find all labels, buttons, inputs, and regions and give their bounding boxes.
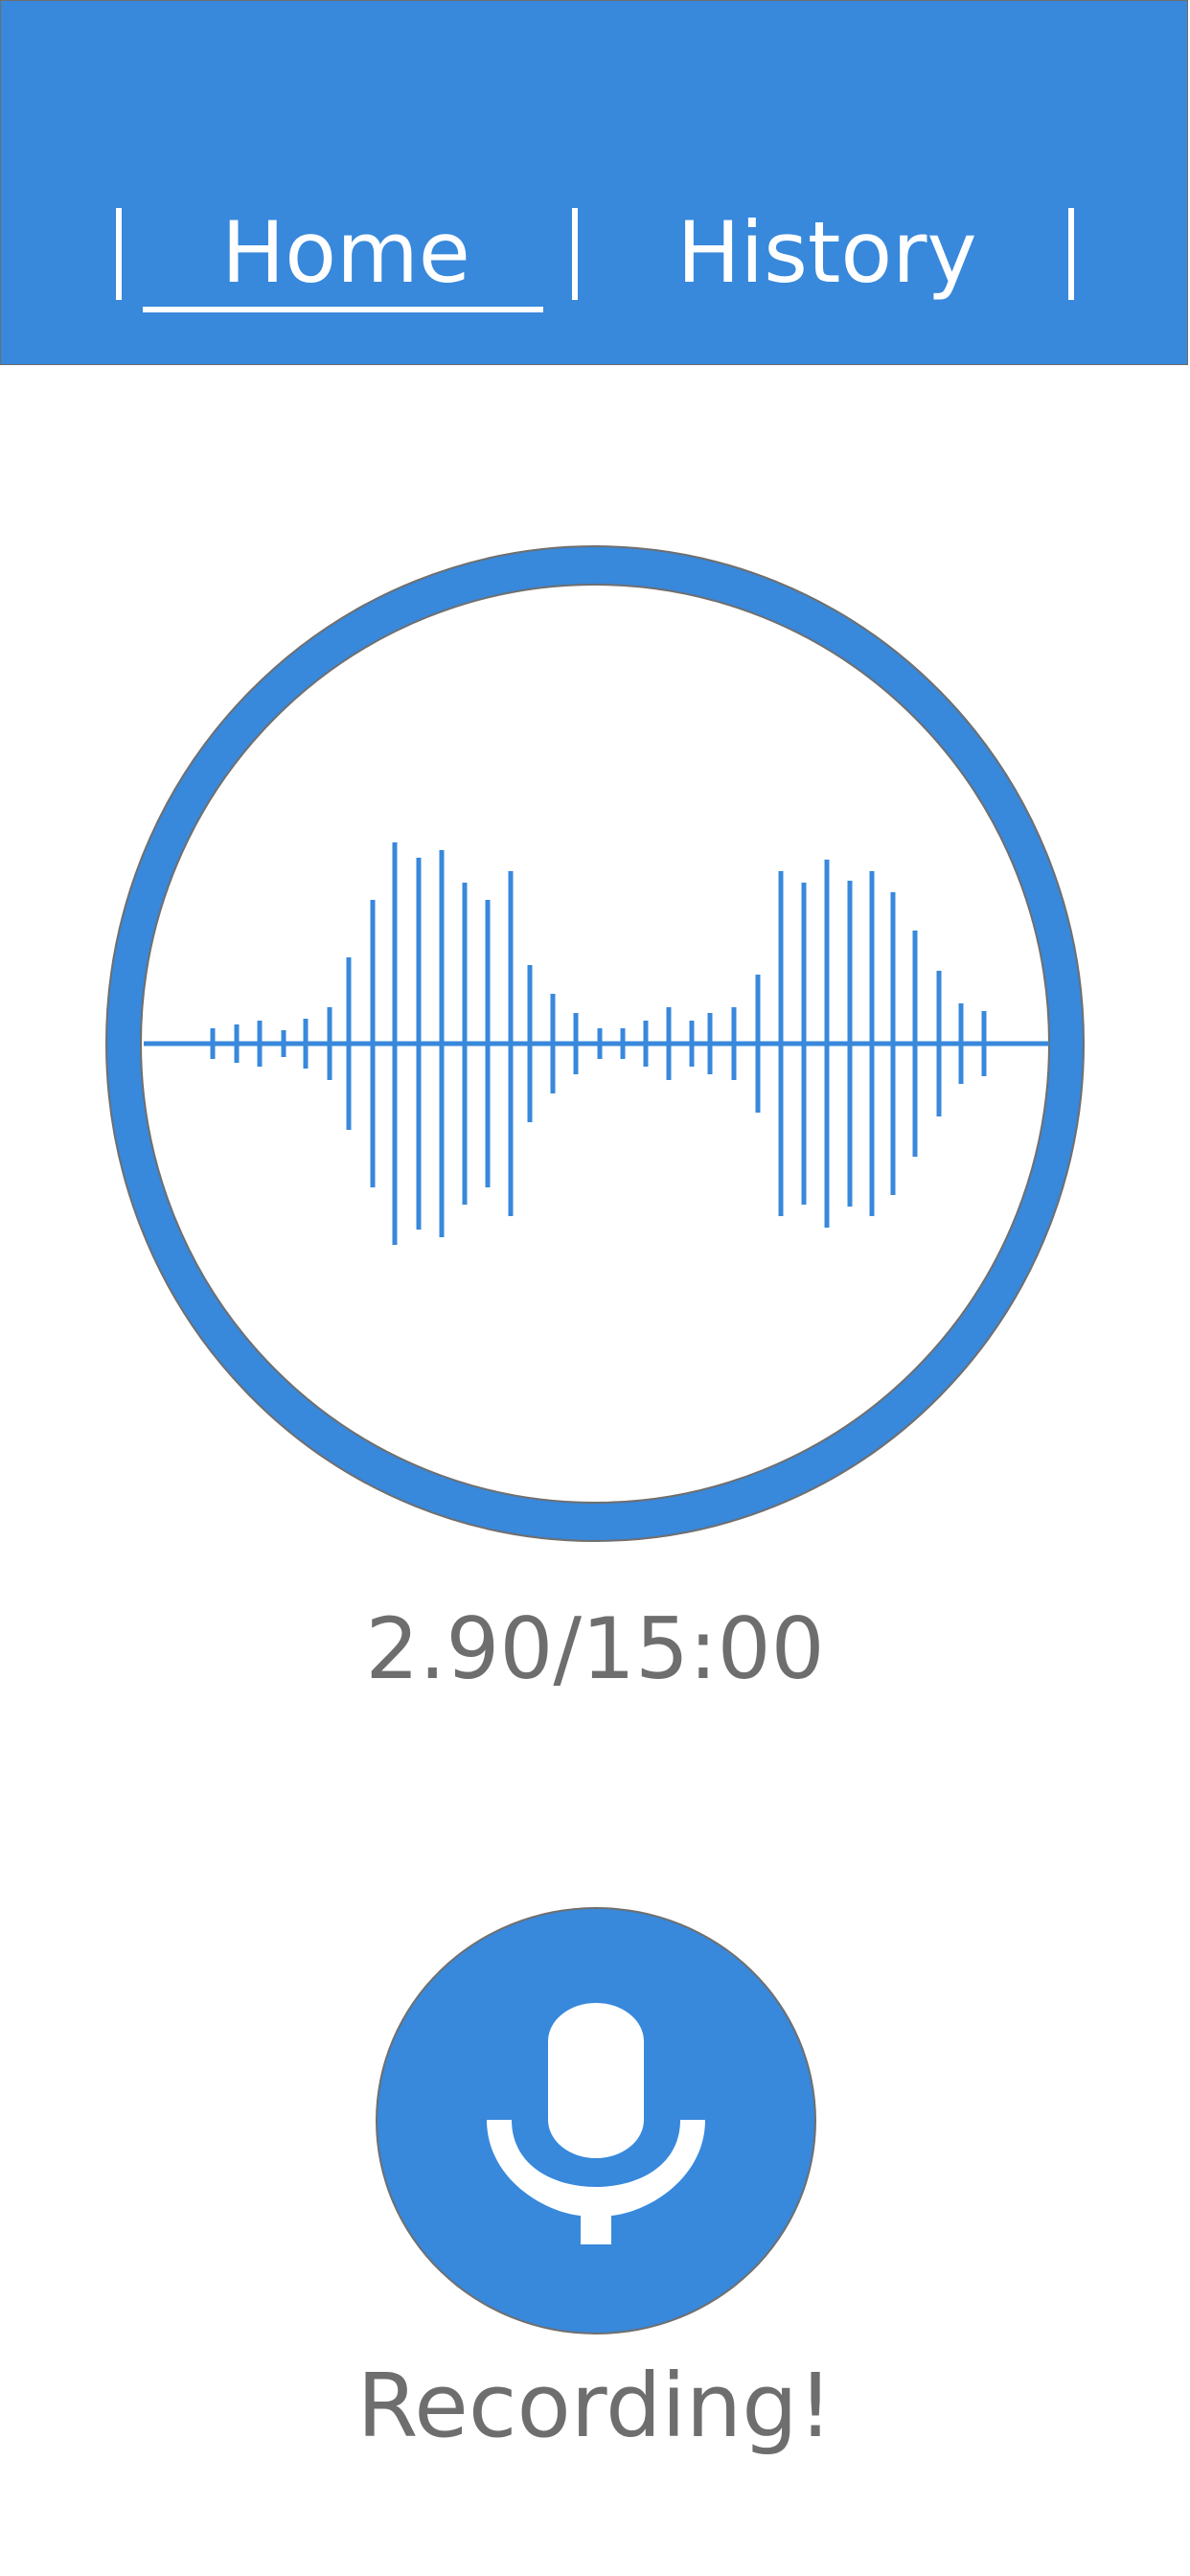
microphone-icon: [487, 2003, 705, 2244]
waveform-visualizer: [105, 545, 1085, 1542]
recording-status-label: Recording!: [356, 2355, 834, 2457]
record-button[interactable]: [376, 1907, 816, 2334]
recording-timer: 2.90/15:00: [365, 1599, 825, 1698]
